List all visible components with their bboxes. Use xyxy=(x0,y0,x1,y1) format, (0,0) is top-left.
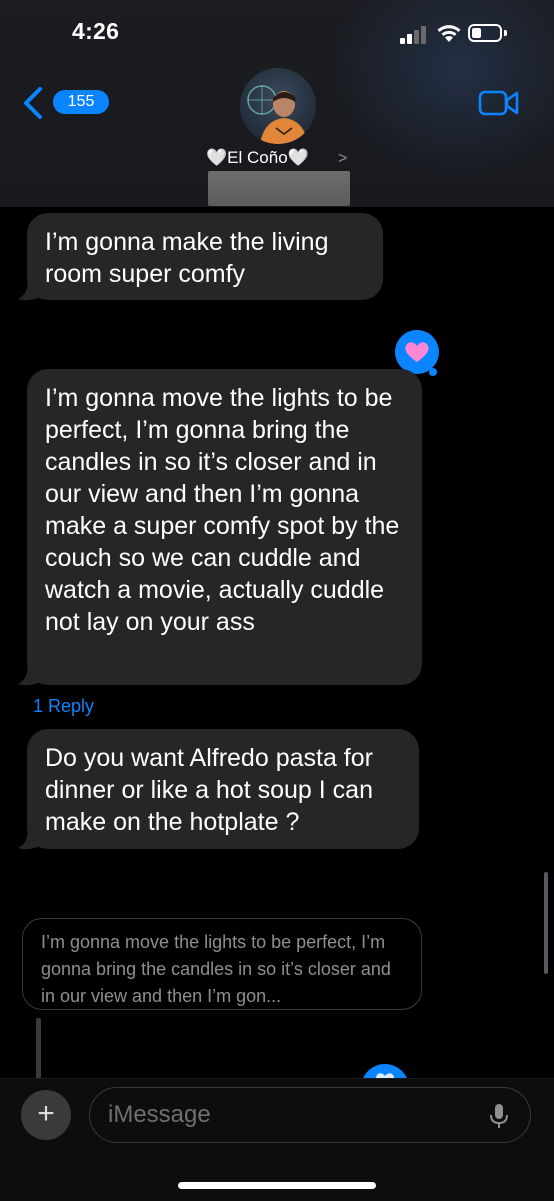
quoted-message-preview[interactable]: I’m gonna move the lights to be perfect,… xyxy=(22,918,422,1010)
microphone-icon[interactable] xyxy=(488,1103,510,1129)
message-text: I’m gonna make the living room super com… xyxy=(45,228,329,288)
scroll-indicator[interactable] xyxy=(544,872,548,974)
contact-avatar[interactable] xyxy=(240,68,316,144)
contact-name[interactable]: 🤍El Coño🤍 xyxy=(206,148,309,168)
message-bubble[interactable]: I’m gonna move the lights to be perfect,… xyxy=(27,369,422,685)
reply-thread-line xyxy=(36,1018,41,1082)
message-bubble[interactable]: I’m gonna make the living room super com… xyxy=(27,213,383,300)
back-chevron-icon[interactable] xyxy=(20,86,48,120)
home-indicator xyxy=(178,1182,376,1189)
battery-icon xyxy=(468,24,510,44)
unread-count-badge[interactable]: 155 xyxy=(53,90,109,114)
message-bubble[interactable]: Do you want Alfredo pasta for dinner or … xyxy=(27,729,419,849)
quoted-text: I’m gonna move the lights to be perfect,… xyxy=(41,932,391,1006)
bubble-tail xyxy=(18,280,38,301)
chevron-right-icon[interactable]: > xyxy=(338,150,347,168)
message-input-placeholder: iMessage xyxy=(108,1101,211,1128)
message-input[interactable]: iMessage xyxy=(89,1087,531,1143)
message-text: Do you want Alfredo pasta for dinner or … xyxy=(45,744,373,836)
bubble-tail xyxy=(18,829,38,850)
cellular-signal-icon xyxy=(400,24,430,44)
wifi-icon xyxy=(437,25,461,42)
redacted-region xyxy=(208,171,350,206)
video-call-icon[interactable] xyxy=(478,88,520,118)
thread-reply-link[interactable]: 1 Reply xyxy=(33,696,94,717)
conversation-header: 4:26 155 🤍El Coño🤍 > xyxy=(0,0,554,207)
add-attachment-button[interactable]: + xyxy=(21,1090,71,1140)
bubble-tail xyxy=(18,665,38,686)
message-text: I’m gonna move the lights to be perfect,… xyxy=(45,384,400,636)
status-time: 4:26 xyxy=(72,18,120,44)
